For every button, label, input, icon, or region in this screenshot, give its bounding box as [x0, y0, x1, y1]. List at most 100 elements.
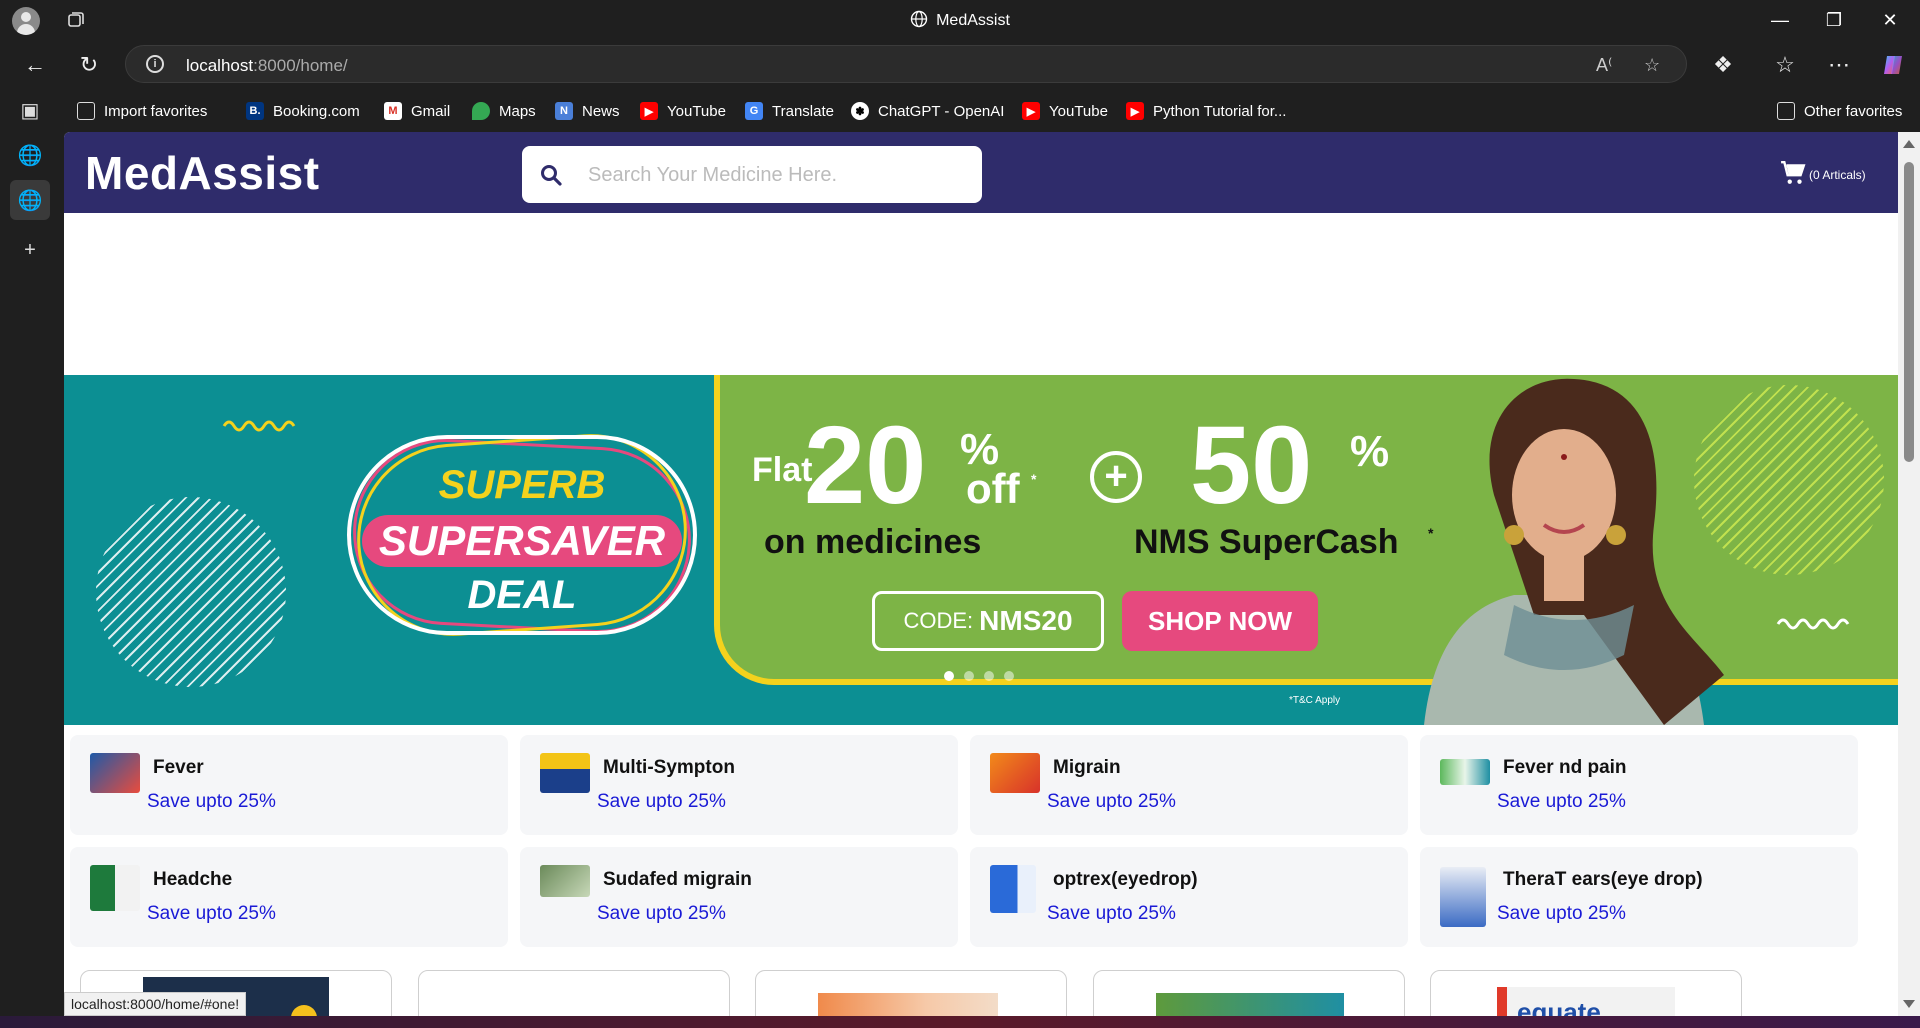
maps-icon [472, 102, 490, 120]
category-save-link[interactable]: Save upto 25% [147, 903, 276, 925]
url-text[interactable]: localhost:8000/home/ [186, 56, 348, 76]
offer-20: 20 [804, 404, 927, 527]
product-card[interactable] [418, 970, 730, 1016]
scrollbar-thumb[interactable] [1904, 162, 1914, 462]
extensions-icon[interactable]: ❖ [1706, 48, 1740, 82]
close-button[interactable]: ✕ [1862, 0, 1918, 40]
medicine-thumbnail [1440, 867, 1486, 927]
offer-supercash: NMS SuperCash [1134, 523, 1399, 561]
product-brand: equate [1517, 997, 1601, 1016]
url-path: :8000/home/ [253, 56, 348, 75]
category-card[interactable]: Headche Save upto 25% [70, 847, 508, 947]
fav-python-tutorial[interactable]: ▶ Python Tutorial for... [1126, 100, 1286, 122]
taskbar-edge [0, 1016, 1920, 1028]
search-icon[interactable] [540, 164, 562, 191]
restore-button[interactable]: ❐ [1806, 0, 1862, 40]
import-icon [77, 102, 95, 120]
medicine-thumbnail [540, 753, 590, 793]
category-save-link[interactable]: Save upto 25% [1047, 903, 1176, 925]
site-info-icon[interactable]: i [146, 55, 164, 73]
category-card[interactable]: Migrain Save upto 25% [970, 735, 1408, 835]
back-button[interactable]: ← [18, 48, 52, 82]
fav-label: YouTube [1049, 102, 1108, 120]
product-card[interactable]: equate [1430, 970, 1742, 1016]
squiggle-decoration [222, 420, 296, 432]
category-card[interactable]: TheraT ears(eye drop) Save upto 25% [1420, 847, 1858, 947]
category-name: optrex(eyedrop) [1053, 869, 1198, 890]
medicine-thumbnail [1440, 759, 1490, 785]
product-image [1156, 993, 1344, 1016]
new-tab-plus-icon[interactable]: + [10, 230, 50, 270]
carousel-dot[interactable] [984, 671, 994, 681]
scroll-down-arrow[interactable] [1903, 1000, 1915, 1008]
category-card[interactable]: Sudafed migrain Save upto 25% [520, 847, 958, 947]
product-card[interactable] [755, 970, 1067, 1016]
search-box[interactable] [522, 146, 982, 203]
fav-chatgpt[interactable]: ✽ ChatGPT - OpenAI [851, 100, 1004, 122]
category-save-link[interactable]: Save upto 25% [1047, 791, 1176, 813]
category-card[interactable]: Fever Save upto 25% [70, 735, 508, 835]
category-card[interactable]: Fever nd pain Save upto 25% [1420, 735, 1858, 835]
more-menu-icon[interactable]: ⋯ [1822, 48, 1856, 82]
read-aloud-icon[interactable]: A⁽ [1596, 55, 1612, 76]
carousel-dot[interactable] [1004, 671, 1014, 681]
favorites-icon[interactable]: ☆ [1768, 48, 1802, 82]
fav-youtube[interactable]: ▶ YouTube [640, 100, 726, 122]
site-logo[interactable]: MedAssist [85, 146, 320, 200]
youtube-icon: ▶ [1022, 102, 1040, 120]
booking-icon: B. [246, 102, 264, 120]
category-save-link[interactable]: Save upto 25% [1497, 791, 1626, 813]
code-value: NMS20 [979, 605, 1073, 636]
refresh-button[interactable]: ↻ [72, 48, 106, 82]
page-scrollbar[interactable] [1898, 132, 1920, 1016]
fav-import[interactable]: Import favorites [77, 100, 207, 122]
category-save-link[interactable]: Save upto 25% [597, 791, 726, 813]
medicine-thumbnail [990, 865, 1036, 913]
url-host: localhost [186, 56, 254, 75]
workspace-globe-icon[interactable]: 🌐 [10, 135, 50, 175]
deal-line-2: SUPERSAVER [362, 515, 682, 567]
promo-banner[interactable]: SUPERB SUPERSAVER DEAL Flat 20 % off * o… [64, 375, 1898, 725]
medicine-thumbnail [90, 753, 140, 793]
tab-list-icon[interactable]: ▣ [10, 90, 50, 130]
search-input[interactable] [588, 158, 958, 192]
category-card[interactable]: Multi-Sympton Save upto 25% [520, 735, 958, 835]
scroll-up-arrow[interactable] [1903, 140, 1915, 148]
medicine-thumbnail [540, 865, 590, 897]
offer-50: 50 [1190, 404, 1313, 527]
model-photo [1424, 378, 1724, 725]
offer-asterisk: * [1031, 471, 1037, 487]
fav-maps[interactable]: Maps [472, 100, 536, 122]
fav-news[interactable]: N News [555, 100, 620, 122]
category-save-link[interactable]: Save upto 25% [147, 791, 276, 813]
shop-now-button[interactable]: SHOP NOW [1122, 591, 1318, 651]
squiggle-decoration [1776, 618, 1850, 630]
carousel-dot[interactable] [944, 671, 954, 681]
carousel-dot[interactable] [964, 671, 974, 681]
offer-off: off [966, 465, 1020, 512]
category-save-link[interactable]: Save upto 25% [1497, 903, 1626, 925]
fav-youtube-2[interactable]: ▶ YouTube [1022, 100, 1108, 122]
site-header: MedAssist (0 Articals) [64, 132, 1898, 213]
product-image: equate [1497, 987, 1675, 1016]
fav-translate[interactable]: G Translate [745, 100, 834, 122]
plus-circle-icon: + [1090, 451, 1142, 503]
copilot-icon[interactable] [1876, 48, 1910, 82]
minimize-button[interactable]: — [1752, 0, 1808, 40]
active-tab-globe-icon[interactable]: 🌐 [10, 180, 50, 220]
link-status-tooltip: localhost:8000/home/#one! [64, 992, 247, 1016]
category-save-link[interactable]: Save upto 25% [597, 903, 726, 925]
category-card[interactable]: optrex(eyedrop) Save upto 25% [970, 847, 1408, 947]
youtube-icon: ▶ [640, 102, 658, 120]
folder-icon [1777, 102, 1795, 120]
fav-booking[interactable]: B. Booking.com [246, 100, 360, 122]
fav-label: Translate [772, 102, 834, 120]
fav-other-favorites[interactable]: Other favorites [1777, 100, 1902, 122]
cart-link[interactable]: (0 Articals) [1780, 160, 1866, 189]
translate-icon: G [745, 102, 763, 120]
category-name: Migrain [1053, 757, 1121, 778]
favorite-star-icon[interactable]: ☆ [1644, 55, 1660, 76]
fav-gmail[interactable]: M Gmail [384, 100, 450, 122]
address-bar[interactable]: i localhost:8000/home/ A⁽ ☆ [125, 45, 1687, 83]
product-card[interactable] [1093, 970, 1405, 1016]
